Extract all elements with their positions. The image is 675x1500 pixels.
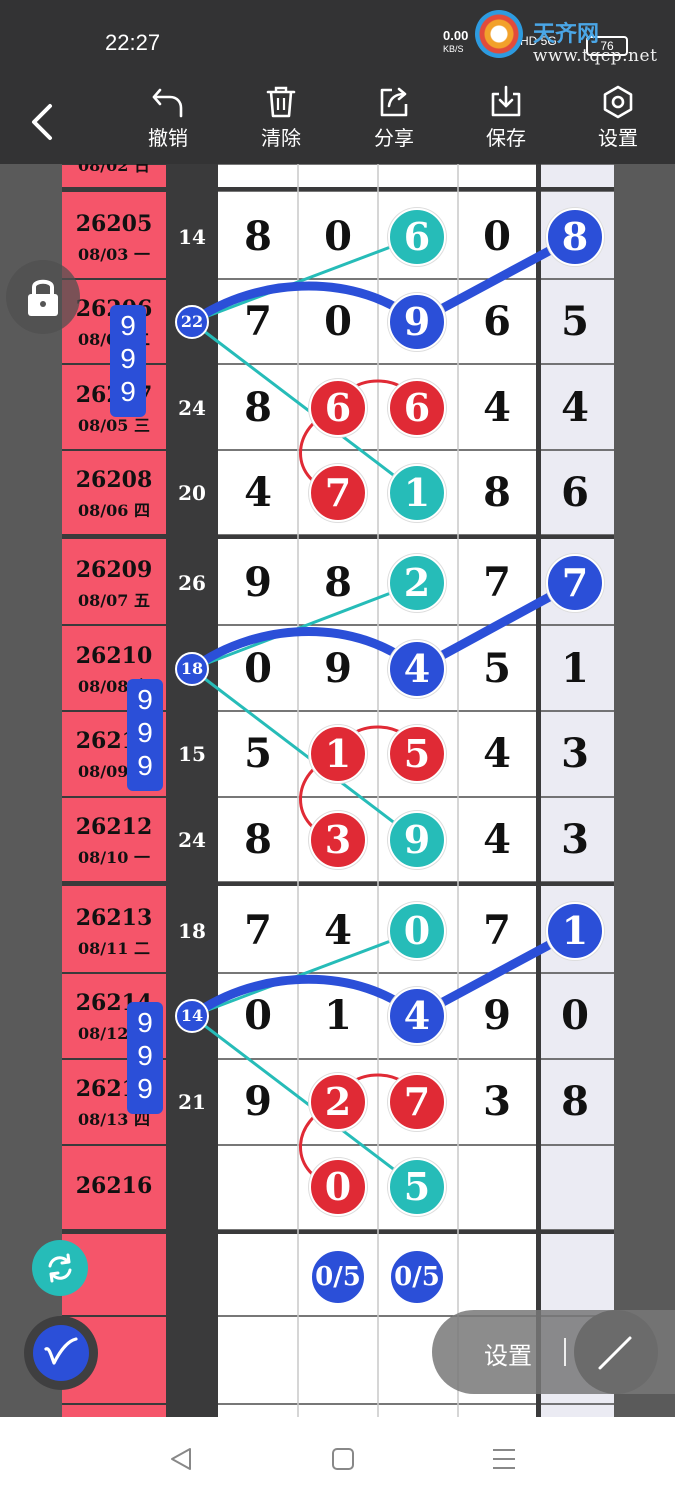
tag-999: 999 [127,679,163,791]
sum-ball: 18 [175,652,209,686]
ratio-ball: 0/5 [389,1249,445,1305]
clear-label: 清除 [261,126,301,150]
pill-divider [564,1338,566,1366]
blue-digit-ball: 1 [546,902,604,960]
red-digit-ball: 5 [388,725,446,783]
save-button[interactable]: 保存 [471,84,541,160]
teal-digit-ball: 5 [388,1158,446,1216]
teal-digit-ball: 9 [388,811,446,869]
teal-digit-ball: 2 [388,554,446,612]
clear-button[interactable]: 清除 [246,84,316,160]
watermark-brand: 天齐网 [533,22,600,47]
trend-chart[interactable]: 08/02 日2620508/03 一142620608/04 二2620708… [0,164,675,1417]
settings-pill[interactable]: 设置 [432,1310,675,1394]
teal-digit-ball: 6 [388,208,446,266]
trash-icon [266,86,296,118]
refresh-icon [48,1253,72,1283]
settings-hex-icon [603,85,633,119]
red-digit-ball: 2 [309,1073,367,1131]
watermark-site: www.tqcp.net [533,46,658,66]
net-speed-unit: KB/S [443,44,464,54]
menu-lines-icon[interactable] [490,1445,518,1473]
settings-button[interactable]: 设置 [583,84,653,160]
share-button[interactable]: 分享 [359,84,429,160]
red-digit-ball: 6 [388,379,446,437]
blue-digit-ball: 8 [546,208,604,266]
red-digit-ball: 7 [388,1073,446,1131]
net-speed-value: 0.00 [443,28,469,43]
sum-ball: 22 [175,305,209,339]
chevron-left-icon [32,104,52,140]
teal-digit-ball: 0 [388,902,446,960]
toolbar: 撤销 清除 分享 保存 设置 [0,80,675,164]
red-digit-ball: 3 [309,811,367,869]
undo-label: 撤销 [148,126,188,150]
watermark: 天齐网 www.tqcp.net [475,8,675,70]
status-bar: 22:27 0.00 KB/S HD 5G 76 天齐网 www.tqcp.ne… [0,0,675,80]
watermark-logo [475,10,523,58]
red-digit-ball: 0 [309,1158,367,1216]
refresh-button[interactable] [32,1240,88,1296]
lock-icon [28,279,58,316]
line-tool-button[interactable] [574,1310,658,1394]
undo-button[interactable]: 撤销 [133,84,203,160]
tag-999: 999 [110,305,146,417]
share-icon [380,87,408,117]
connector-lines [187,232,580,1189]
share-label: 分享 [374,126,414,150]
system-nav-bar [0,1417,675,1500]
status-time: 22:27 [105,30,161,55]
blue-digit-ball: 4 [388,640,446,698]
settings-pill-label[interactable]: 设置 [484,1336,532,1371]
pen-icon [44,1337,78,1365]
red-digit-ball: 1 [309,725,367,783]
ratio-ball: 0/5 [310,1249,366,1305]
download-icon [491,85,521,117]
net-speed: 0.00 KB/S [443,28,469,55]
triangle-back-icon[interactable] [168,1445,196,1473]
blue-digit-ball: 4 [388,987,446,1045]
blue-digit-ball: 7 [546,554,604,612]
blue-digit-ball: 9 [388,293,446,351]
tag-999: 999 [127,1002,163,1114]
sum-ball: 14 [175,999,209,1033]
square-home-icon[interactable] [329,1445,357,1473]
undo-icon [152,88,183,118]
red-digit-ball: 6 [309,379,367,437]
line-tool-icon [598,1336,632,1370]
teal-digit-ball: 1 [388,464,446,522]
red-digit-ball: 7 [309,464,367,522]
lock-button[interactable] [6,260,80,334]
pen-button[interactable] [24,1316,98,1390]
settings-label: 设置 [598,126,638,150]
save-label: 保存 [486,126,526,150]
back-button[interactable] [24,100,64,144]
